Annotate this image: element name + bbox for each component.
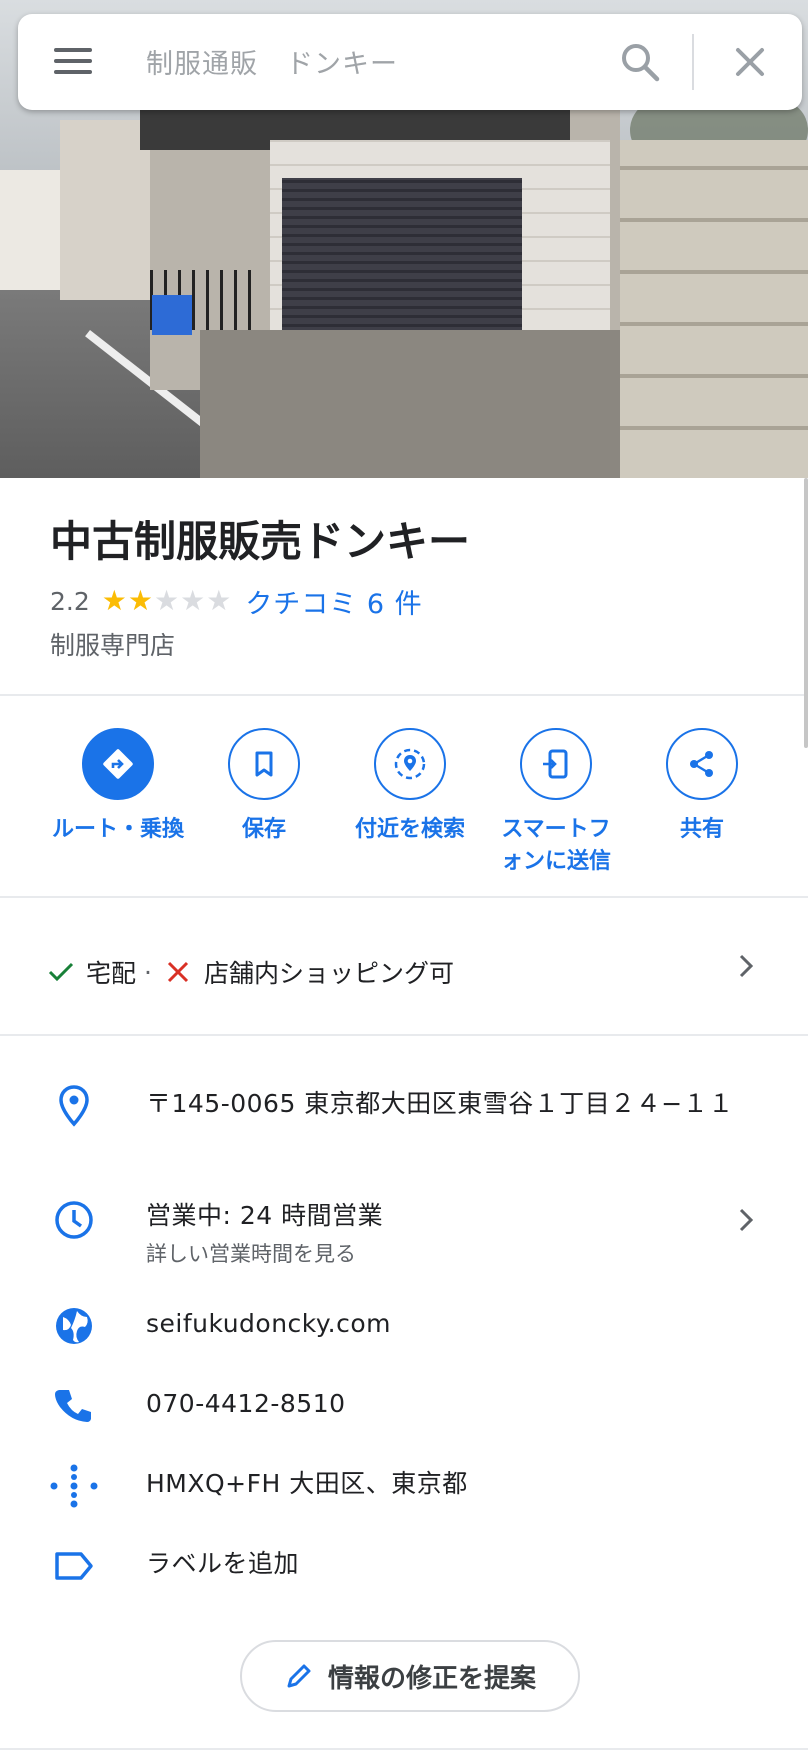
- label-icon: [50, 1542, 98, 1590]
- place-title: 中古制服販売ドンキー: [50, 517, 471, 566]
- rating-row: 2.2 ★ ★ ★ ★ ★ クチコミ 6 件: [50, 582, 423, 621]
- service-options-row[interactable]: 宅配 · 店舗内ショッピング可: [46, 950, 766, 994]
- reviews-link[interactable]: クチコミ 6 件: [245, 582, 422, 621]
- share-button[interactable]: 共有: [627, 728, 777, 846]
- send-to-phone-button[interactable]: スマートフォンに送信: [481, 728, 631, 878]
- menu-icon[interactable]: [54, 46, 92, 76]
- in-store-shopping-option: 店舗内ショッピング可: [203, 959, 454, 988]
- nearby-search-icon: [374, 728, 446, 800]
- divider: [0, 1034, 808, 1036]
- hours-more-link[interactable]: 詳しい営業時間を見る: [146, 1238, 356, 1268]
- directions-icon: [82, 728, 154, 800]
- send-to-phone-label: スマートフォンに送信: [500, 817, 611, 874]
- chevron-right-icon[interactable]: [732, 952, 760, 980]
- save-label: 保存: [241, 817, 286, 842]
- chevron-right-icon[interactable]: [732, 1206, 760, 1234]
- star-icon: ★: [180, 584, 206, 617]
- location-pin-icon: [50, 1082, 98, 1130]
- suggest-edit-button[interactable]: 情報の修正を提案: [240, 1640, 580, 1712]
- close-icon[interactable]: [732, 44, 768, 80]
- star-rating: ★ ★ ★ ★ ★: [102, 587, 232, 615]
- hours-status[interactable]: 営業中: 24 時間営業: [146, 1196, 383, 1236]
- plus-code-icon: [50, 1462, 98, 1510]
- star-icon: ★: [153, 584, 180, 617]
- search-input[interactable]: 制服通販 ドンキー: [146, 42, 398, 81]
- divider: [0, 896, 808, 898]
- website-link[interactable]: seifukudoncky.com: [146, 1304, 391, 1344]
- phone-icon: [50, 1382, 98, 1430]
- directions-button[interactable]: ルート・乗換: [43, 728, 193, 846]
- plus-code[interactable]: HMXQ+FH 大田区、東京都: [146, 1464, 468, 1504]
- star-icon: ★: [127, 584, 153, 617]
- divider: [0, 694, 808, 696]
- delivery-option: 宅配: [86, 959, 137, 988]
- star-icon: ★: [206, 584, 232, 617]
- check-icon: [48, 962, 74, 982]
- search-bar: 制服通販 ドンキー: [18, 14, 802, 110]
- nearby-search-label: 付近を検索: [354, 817, 465, 842]
- star-icon: ★: [101, 584, 127, 617]
- place-category[interactable]: 制服専門店: [50, 626, 175, 662]
- divider: [0, 1748, 808, 1750]
- photo-ground: [200, 330, 620, 478]
- search-divider: [692, 34, 694, 90]
- separator: ·: [144, 957, 152, 987]
- photo-blue-cover: [152, 295, 192, 335]
- share-label: 共有: [679, 817, 724, 842]
- directions-label: ルート・乗換: [51, 817, 184, 842]
- clock-icon: [50, 1196, 98, 1244]
- rating-value: 2.2: [50, 586, 90, 616]
- address-text[interactable]: 〒145-0065 東京都大田区東雪谷１丁目２４−１１: [146, 1084, 746, 1124]
- save-button[interactable]: 保存: [189, 728, 339, 846]
- photo-stone-wall: [620, 140, 808, 478]
- add-label-link[interactable]: ラベルを追加: [146, 1544, 299, 1584]
- scrollbar[interactable]: [804, 478, 808, 748]
- send-to-phone-icon: [520, 728, 592, 800]
- cross-icon: [167, 961, 189, 983]
- share-icon: [666, 728, 738, 800]
- phone-number[interactable]: 070-4412-8510: [146, 1384, 346, 1424]
- nearby-search-button[interactable]: 付近を検索: [335, 728, 485, 846]
- pencil-icon: [287, 1664, 311, 1688]
- suggest-edit-label: 情報の修正を提案: [327, 1663, 536, 1694]
- bookmark-icon: [228, 728, 300, 800]
- search-icon[interactable]: [618, 40, 662, 84]
- globe-icon: [50, 1302, 98, 1350]
